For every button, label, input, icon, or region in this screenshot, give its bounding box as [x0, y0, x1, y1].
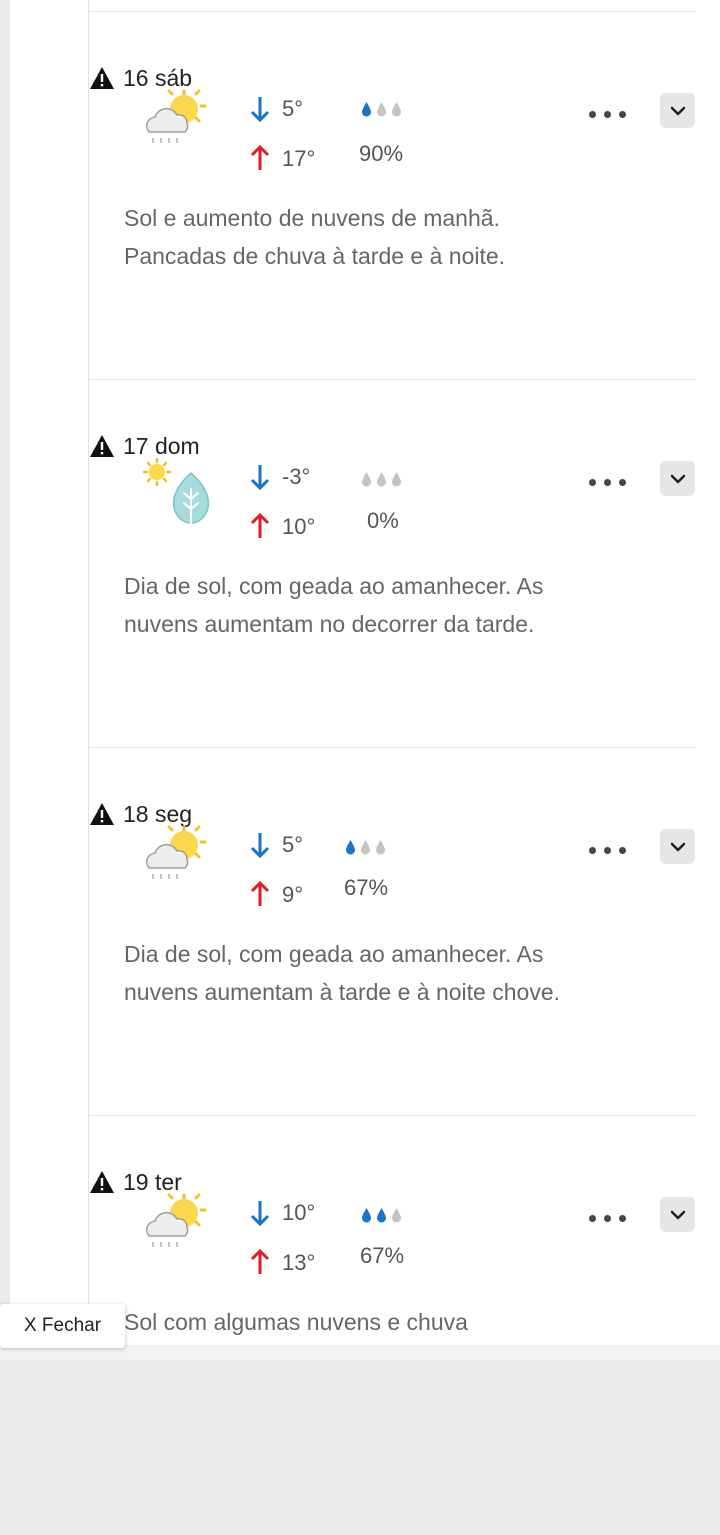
dot: [589, 110, 596, 118]
dot: [604, 478, 611, 486]
rain-drop-icon: [392, 472, 401, 487]
sun-cloud-rain-icon: [145, 1193, 207, 1247]
dot: [604, 1214, 611, 1222]
min-temperature: 5°: [282, 96, 304, 121]
min-temp-arrow-icon: [250, 97, 270, 123]
rain-drops-indicator: [361, 1207, 402, 1223]
max-temp-arrow-icon: [250, 144, 270, 170]
rain-drop-icon: [362, 102, 371, 117]
dot: [619, 110, 626, 118]
min-temp-arrow-icon: [250, 465, 270, 491]
expand-button[interactable]: [660, 829, 695, 864]
rain-drop-icon: [377, 102, 386, 117]
row-separator: [89, 1115, 695, 1116]
rain-drop-icon: [361, 840, 370, 855]
rain-drop-icon: [362, 472, 371, 487]
more-options-button[interactable]: [589, 107, 629, 121]
day-description: Sol com algumas nuvens e chuva: [124, 1309, 468, 1335]
min-temperature: 10°: [282, 1200, 316, 1225]
weather-icon: [139, 821, 219, 891]
more-options-button[interactable]: [589, 475, 629, 489]
rain-probability: 0%: [367, 508, 399, 533]
forecast-day: 17 dom -3° 10° 0% Dia de sol, com geada …: [89, 431, 699, 799]
expand-button[interactable]: [660, 93, 695, 128]
sun-cloud-rain-icon: [145, 825, 207, 879]
rain-probability: 67%: [344, 875, 389, 900]
chevron-down-icon: [670, 474, 685, 483]
row-separator: [89, 747, 695, 748]
expand-button[interactable]: [660, 461, 695, 496]
min-temperature: -3°: [282, 464, 311, 489]
dot: [589, 1214, 596, 1222]
dot: [604, 110, 611, 118]
rain-drop-icon: [392, 1208, 401, 1223]
weather-icon: [139, 85, 219, 155]
warning-icon: [90, 803, 114, 825]
rain-drop-icon: [376, 840, 385, 855]
max-temperature: 10°: [282, 514, 316, 539]
dot: [604, 846, 611, 854]
max-temp-arrow-icon: [250, 512, 270, 538]
dot: [619, 478, 626, 486]
rain-drops-indicator: [361, 101, 402, 117]
more-options-button[interactable]: [589, 1211, 629, 1225]
rain-drops-indicator: [361, 471, 402, 487]
dot: [589, 846, 596, 854]
max-temperature: 9°: [282, 882, 304, 907]
expand-button[interactable]: [660, 1197, 695, 1232]
rain-drop-icon: [377, 472, 386, 487]
weather-icon: [139, 453, 219, 532]
rain-probability: 90%: [359, 141, 404, 166]
warning-icon: [90, 435, 114, 457]
min-temperature: 5°: [282, 832, 304, 857]
dot: [589, 478, 596, 486]
warning-icon: [90, 67, 114, 89]
forecast-day: 18 seg 5° 9° 67% Dia de sol, com geada a…: [89, 799, 699, 1167]
rain-drop-icon: [392, 102, 401, 117]
row-separator: [89, 11, 695, 12]
close-button[interactable]: X Fechar: [0, 1304, 125, 1348]
min-temp-arrow-icon: [250, 1201, 270, 1227]
chevron-down-icon: [670, 842, 685, 851]
dot: [619, 846, 626, 854]
day-description: Dia de sol, com geada ao amanhecer. As n…: [124, 573, 544, 637]
rain-drop-icon: [346, 840, 355, 855]
chevron-down-icon: [670, 106, 685, 115]
rain-probability: 67%: [360, 1243, 405, 1268]
sun-cloud-rain-icon: [145, 89, 207, 143]
min-temp-arrow-icon: [250, 833, 270, 859]
rain-drop-icon: [362, 1208, 371, 1223]
forecast-day: 16 sáb 5° 17° 90% Sol e aumento de nuven…: [89, 63, 699, 431]
max-temp-arrow-icon: [250, 1248, 270, 1274]
sun-frost-icon: [142, 457, 210, 532]
day-description: Dia de sol, com geada ao amanhecer. As n…: [124, 941, 561, 1005]
max-temperature: 13°: [282, 1250, 316, 1275]
warning-icon: [90, 1171, 114, 1193]
row-separator: [89, 379, 695, 380]
weather-icon: [139, 1189, 219, 1259]
rain-drop-icon: [377, 1208, 386, 1223]
rain-drops-indicator: [345, 839, 386, 855]
max-temperature: 17°: [282, 146, 316, 171]
chevron-down-icon: [670, 1210, 685, 1219]
max-temp-arrow-icon: [250, 880, 270, 906]
dot: [619, 1214, 626, 1222]
day-description: Sol e aumento de nuvens de manhã. Pancad…: [124, 205, 506, 269]
more-options-button[interactable]: [589, 843, 629, 857]
